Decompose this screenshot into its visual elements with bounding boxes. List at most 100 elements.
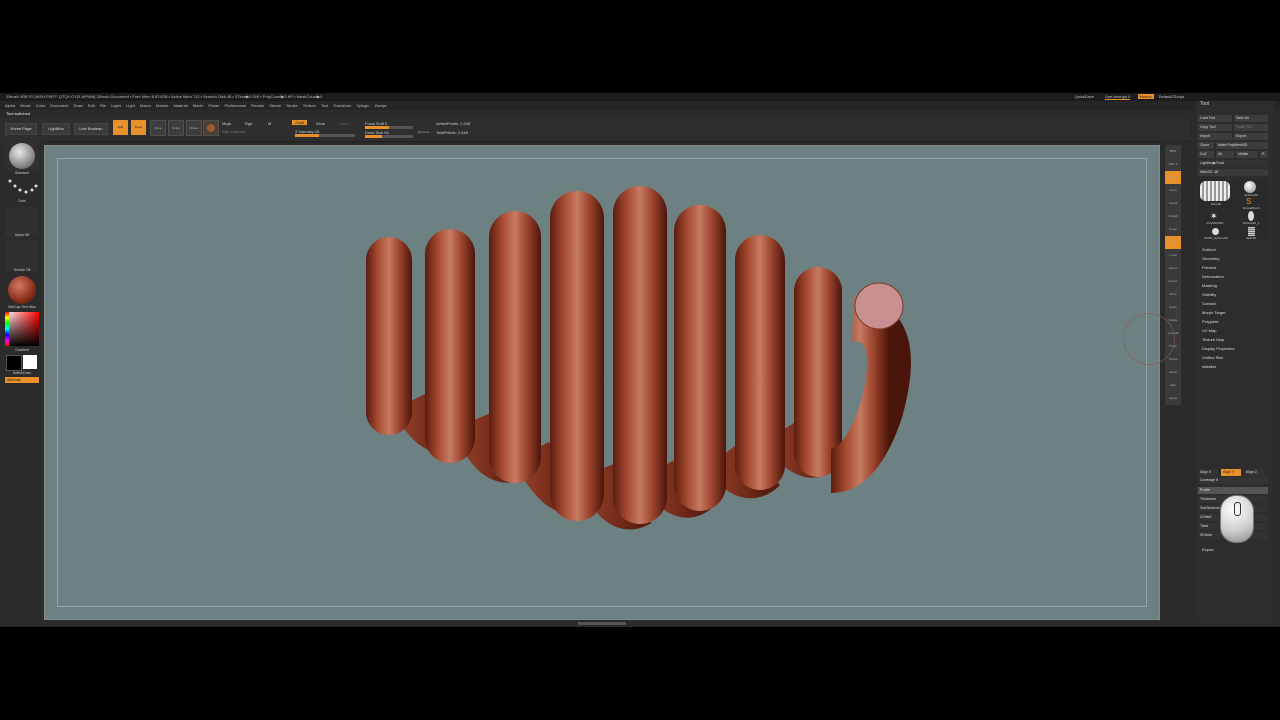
- menu-tool[interactable]: Tool: [321, 101, 328, 110]
- menu-macro[interactable]: Macro: [140, 101, 151, 110]
- shelf-persp-button[interactable]: Persp: [1165, 223, 1181, 236]
- align-z-button[interactable]: Align Z: [1244, 469, 1264, 476]
- shelf-actual-button[interactable]: Actual: [1165, 197, 1181, 210]
- helix3d-thumbnail[interactable]: [1200, 181, 1230, 201]
- menu-draw[interactable]: Draw: [73, 101, 82, 110]
- align-x-button[interactable]: Align X: [1198, 469, 1218, 476]
- home-page-button[interactable]: Home Page: [5, 123, 37, 135]
- menu-stencil[interactable]: Stencil: [269, 101, 281, 110]
- main-color-swatch[interactable]: [6, 355, 22, 371]
- section-display-properties[interactable]: Display Properties: [1202, 346, 1234, 351]
- paste-tool-button[interactable]: Paste Tool: [1234, 124, 1268, 131]
- shelf-aahalf-button[interactable]: AAHalf: [1165, 210, 1181, 223]
- menu-material[interactable]: Material: [173, 101, 187, 110]
- menu-render[interactable]: Render: [251, 101, 264, 110]
- rgb-button[interactable]: Rgb: [245, 121, 252, 126]
- alternate-button[interactable]: Alternate: [5, 377, 39, 383]
- zadd-button[interactable]: Zadd: [292, 120, 308, 125]
- import-button[interactable]: Import: [1198, 133, 1232, 140]
- helix-model[interactable]: [45, 146, 1159, 619]
- menu-zscript[interactable]: Zscript: [374, 101, 386, 110]
- shelf-ghost-button[interactable]: Ghost: [1165, 366, 1181, 379]
- shelf-move-button[interactable]: Move: [1165, 288, 1181, 301]
- section-masking[interactable]: Masking: [1202, 283, 1217, 288]
- menu-brush[interactable]: Brush: [20, 101, 30, 110]
- section-deformation[interactable]: Deformation: [1202, 274, 1224, 279]
- material-swatch-button[interactable]: [203, 120, 219, 136]
- save-as-button[interactable]: Save As: [1234, 115, 1268, 122]
- polymesh3d-thumbnail[interactable]: ✶: [1210, 211, 1220, 221]
- shelf-floor-button[interactable]: Floor: [1165, 236, 1181, 249]
- shelf-solo-button[interactable]: Solo: [1165, 379, 1181, 392]
- shelf-xpose-button[interactable]: Xpose: [1165, 392, 1181, 405]
- menu-edit[interactable]: Edit: [88, 101, 95, 110]
- zsub-button[interactable]: Zsub: [316, 121, 325, 126]
- draw-size-track[interactable]: [365, 135, 413, 138]
- section-initialize[interactable]: Initialize: [1202, 364, 1216, 369]
- goz-r-button[interactable]: R: [1260, 151, 1268, 158]
- texture-thumbnail[interactable]: [5, 241, 39, 271]
- export-section[interactable]: Export: [1202, 547, 1214, 552]
- rotate-button[interactable]: Rotate: [186, 120, 202, 136]
- simplebrush-thumbnail[interactable]: S: [1246, 198, 1254, 206]
- menu-alpha[interactable]: Alpha: [5, 101, 15, 110]
- zcut-button[interactable]: Zcut: [340, 121, 348, 126]
- section-contact[interactable]: Contact: [1202, 301, 1216, 306]
- shelf-spix-3-button[interactable]: SPix 3: [1165, 158, 1181, 171]
- m-button[interactable]: M: [268, 121, 271, 126]
- lightbox-button[interactable]: LightBox: [42, 123, 70, 135]
- brush-thumbnail[interactable]: [5, 141, 39, 171]
- edit-button[interactable]: Edit: [113, 120, 128, 135]
- export-tool-button[interactable]: Export: [1234, 133, 1268, 140]
- menus-button[interactable]: Menus: [1137, 94, 1154, 99]
- shelf-frame-button[interactable]: Frame: [1165, 275, 1181, 288]
- menu-marker[interactable]: Marker: [156, 101, 168, 110]
- move-button[interactable]: Move: [150, 120, 166, 136]
- shelf-scale-button[interactable]: Scale: [1165, 301, 1181, 314]
- shelf-gizmo-button[interactable]: Gizmo: [1165, 262, 1181, 275]
- menu-movie[interactable]: Movie: [193, 101, 204, 110]
- menu-file[interactable]: File: [100, 101, 106, 110]
- color-picker[interactable]: [5, 312, 39, 346]
- section-preview[interactable]: Preview: [1202, 265, 1216, 270]
- section-morph-target[interactable]: Morph Target: [1202, 310, 1226, 315]
- scale-button[interactable]: Scale: [168, 120, 184, 136]
- menu-preferences[interactable]: Preferences: [225, 101, 247, 110]
- shelf-local-button[interactable]: Local: [1165, 249, 1181, 262]
- z-intensity-track[interactable]: [295, 134, 355, 137]
- sphere3d-thumbnail[interactable]: [1244, 181, 1256, 193]
- hue-strip[interactable]: [5, 312, 9, 346]
- section-uv-map[interactable]: UV Map: [1202, 328, 1216, 333]
- section-geometry[interactable]: Geometry: [1202, 256, 1220, 261]
- shelf-zoom-button[interactable]: Zoom: [1165, 184, 1181, 197]
- quicksave-button[interactable]: QuickSave: [1075, 94, 1094, 99]
- menu-layer[interactable]: Layer: [111, 101, 121, 110]
- lightbox-tools-button[interactable]: Lightbox▶Tools: [1198, 160, 1268, 167]
- dynamic-button[interactable]: Dynamic: [418, 130, 430, 134]
- menu-picker[interactable]: Picker: [208, 101, 219, 110]
- shelf-scroll-button[interactable]: Scroll: [1165, 171, 1181, 184]
- live-boolean-button[interactable]: Live Boolean: [74, 123, 108, 135]
- bottom-tray-handle[interactable]: [578, 622, 626, 625]
- align-y-button[interactable]: Align Y: [1221, 469, 1241, 476]
- clone-button[interactable]: Clone: [1198, 142, 1214, 149]
- mrgb-button[interactable]: Mrgb: [222, 121, 231, 126]
- pm3d-sphere-thumbnail[interactable]: [1212, 228, 1219, 235]
- switch-color-button[interactable]: SwitchColor: [0, 371, 44, 375]
- menu-stroke[interactable]: Stroke: [286, 101, 298, 110]
- helix3d-small-thumbnail[interactable]: [1248, 227, 1255, 236]
- shelf-bpr-button[interactable]: BPR: [1165, 145, 1181, 158]
- see-through-slider[interactable]: See-through 0: [1105, 94, 1131, 100]
- section-polypaint[interactable]: Polypaint: [1202, 319, 1218, 324]
- menu-light[interactable]: Light: [126, 101, 135, 110]
- goz-all-button[interactable]: All: [1216, 151, 1234, 158]
- goz-button[interactable]: GoZ: [1198, 151, 1214, 158]
- section-subtool[interactable]: Subtool: [1202, 247, 1216, 252]
- section-visibility[interactable]: Visibility: [1202, 292, 1216, 297]
- copy-tool-button[interactable]: Copy Tool: [1198, 124, 1232, 131]
- canvas-viewport[interactable]: [44, 145, 1160, 620]
- focal-shift-track[interactable]: [365, 126, 413, 129]
- menu-transform[interactable]: Transform: [333, 101, 351, 110]
- section-unified-skin[interactable]: Unified Skin: [1202, 355, 1223, 360]
- menu-texture[interactable]: Texture: [303, 101, 316, 110]
